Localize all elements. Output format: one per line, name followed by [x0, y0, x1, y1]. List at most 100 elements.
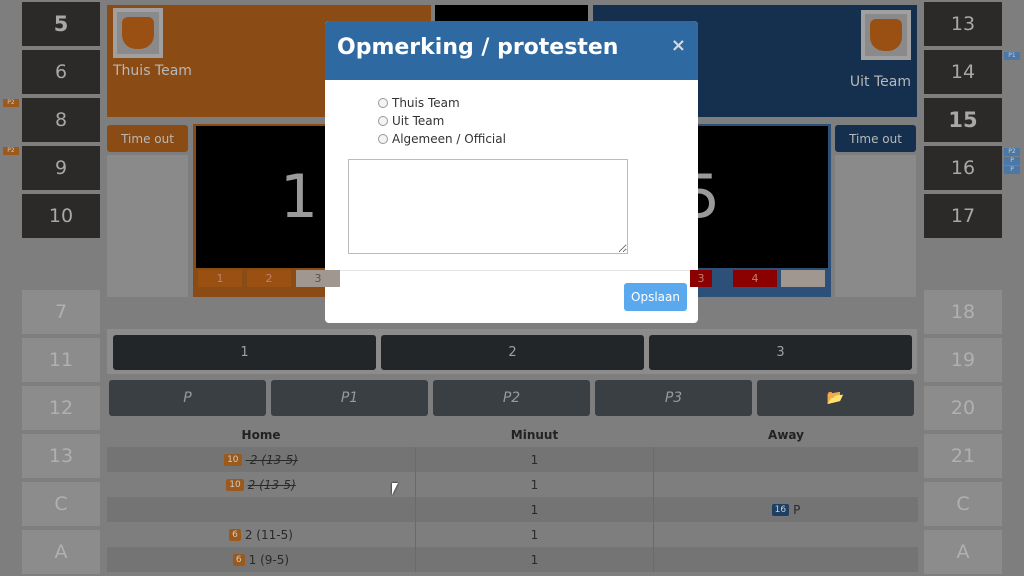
- away-score[interactable]: 5: [682, 126, 828, 268]
- home-event: 2 (11-5): [244, 527, 293, 542]
- quarter-button-P[interactable]: P: [109, 380, 266, 416]
- player-tile-8[interactable]: 8: [22, 98, 100, 142]
- close-icon[interactable]: ×: [671, 35, 686, 56]
- player-tile-15[interactable]: 15: [924, 98, 1002, 142]
- period-box-2: 2: [247, 270, 291, 287]
- radio-button[interactable]: [378, 116, 388, 126]
- home-cell: [107, 497, 415, 522]
- bench-tile-A[interactable]: A: [924, 530, 1002, 574]
- bench-tile-19[interactable]: 19: [924, 338, 1002, 382]
- foul-badge: P2: [1004, 148, 1020, 156]
- foul-badge: P: [1004, 157, 1020, 165]
- player-badge: 10: [224, 453, 242, 466]
- home-team-name: Thuis Team: [113, 63, 192, 79]
- home-cell: 10 2 (13-5): [107, 472, 415, 497]
- bench-tile-7[interactable]: 7: [22, 290, 100, 334]
- open-folder-button[interactable]: 📂: [757, 380, 914, 416]
- period-box-3: 3: [690, 270, 712, 287]
- player-tile-13[interactable]: 13: [924, 2, 1002, 46]
- away-event: P: [793, 502, 801, 517]
- player-badge: 6: [232, 553, 245, 566]
- modal-title: Opmerking / protesten: [325, 21, 698, 80]
- foul-badge: P1: [1004, 52, 1020, 60]
- foul-badge: P2: [3, 147, 19, 155]
- player-badge: 10: [226, 478, 244, 491]
- radio-option[interactable]: Thuis Team: [378, 96, 460, 110]
- home-score-value: 1: [279, 162, 318, 232]
- home-team-logo: [113, 8, 163, 58]
- player-tile-17[interactable]: 17: [924, 194, 1002, 238]
- away-team-name: Uit Team: [849, 74, 911, 90]
- home-event: -2 (13-5): [245, 452, 298, 467]
- home-event: 2 (13-5): [247, 477, 296, 492]
- radio-label: Algemeen / Official: [392, 132, 506, 146]
- bench-tile-A[interactable]: A: [22, 530, 100, 574]
- radio-button[interactable]: [378, 134, 388, 144]
- bench-tile-C[interactable]: C: [924, 482, 1002, 526]
- away-cell: [654, 447, 918, 472]
- quarter-button-P1[interactable]: P1: [271, 380, 428, 416]
- save-button[interactable]: Opslaan: [624, 283, 687, 311]
- foul-badge: P2: [3, 99, 19, 107]
- away-cell: 16 P: [654, 497, 918, 522]
- home-timeout-button[interactable]: Time out: [107, 125, 188, 152]
- away-cell: [654, 472, 918, 497]
- player-badge: 6: [229, 528, 241, 541]
- period-tab-1[interactable]: 1: [113, 335, 376, 370]
- bench-tile-20[interactable]: 20: [924, 386, 1002, 430]
- minute-cell: 1: [415, 497, 654, 522]
- home-cell: 62 (11-5): [107, 522, 415, 547]
- minute-cell: 1: [415, 522, 654, 547]
- bench-tile-C[interactable]: C: [22, 482, 100, 526]
- period-box-3: 3: [296, 270, 340, 287]
- column-header-home: Home: [241, 427, 281, 442]
- home-cell: 10 -2 (13-5): [107, 447, 415, 472]
- player-tile-9[interactable]: 9: [22, 146, 100, 190]
- home-event: 1 (9-5): [248, 552, 290, 567]
- player-tile-14[interactable]: 14: [924, 50, 1002, 94]
- period-box-4: 4: [733, 270, 777, 287]
- home-score[interactable]: 1: [196, 126, 333, 268]
- radio-option[interactable]: Uit Team: [378, 114, 444, 128]
- period-tab-2[interactable]: 2: [381, 335, 644, 370]
- player-tile-10[interactable]: 10: [22, 194, 100, 238]
- bench-tile-13[interactable]: 13: [22, 434, 100, 478]
- minute-cell: 1: [415, 547, 654, 572]
- home-cell: 61 (9-5): [107, 547, 415, 572]
- minute-cell: 1: [415, 447, 654, 472]
- table-row[interactable]: 62 (11-5) 1: [107, 522, 918, 547]
- away-team-logo: [861, 10, 911, 60]
- radio-option[interactable]: Algemeen / Official: [378, 132, 506, 146]
- period-box-1: 1: [198, 270, 242, 287]
- remark-textarea[interactable]: [348, 159, 628, 254]
- table-row[interactable]: 10 2 (13-5) 1: [107, 472, 918, 497]
- player-tile-6[interactable]: 6: [22, 50, 100, 94]
- period-tab-3[interactable]: 3: [649, 335, 912, 370]
- column-header-away: Away: [768, 427, 804, 442]
- foul-badge: P: [1004, 166, 1020, 174]
- remarks-modal: Opmerking / protesten × Opslaan Thuis Te…: [325, 21, 698, 323]
- player-badge: 16: [771, 503, 790, 516]
- radio-button[interactable]: [378, 98, 388, 108]
- table-row[interactable]: 61 (9-5) 1: [107, 547, 918, 572]
- radio-label: Thuis Team: [392, 96, 460, 110]
- bench-tile-18[interactable]: 18: [924, 290, 1002, 334]
- quarter-button-P3[interactable]: P3: [595, 380, 752, 416]
- minute-cell: 1: [415, 472, 654, 497]
- folder-open-icon: 📂: [826, 390, 845, 406]
- modal-divider: [325, 270, 698, 271]
- table-row[interactable]: 1 16 P: [107, 497, 918, 522]
- quarter-button-P2[interactable]: P2: [433, 380, 590, 416]
- bench-tile-11[interactable]: 11: [22, 338, 100, 382]
- away-cell: [654, 522, 918, 547]
- column-header-minuut: Minuut: [510, 427, 559, 442]
- player-tile-5[interactable]: 5: [22, 2, 100, 46]
- bench-tile-12[interactable]: 12: [22, 386, 100, 430]
- bench-tile-21[interactable]: 21: [924, 434, 1002, 478]
- away-timeout-button[interactable]: Time out: [835, 125, 916, 152]
- away-timeout-area: [835, 155, 916, 297]
- player-tile-16[interactable]: 16: [924, 146, 1002, 190]
- period-box-empty: [781, 270, 825, 287]
- away-cell: [654, 547, 918, 572]
- table-row[interactable]: 10 -2 (13-5) 1: [107, 447, 918, 472]
